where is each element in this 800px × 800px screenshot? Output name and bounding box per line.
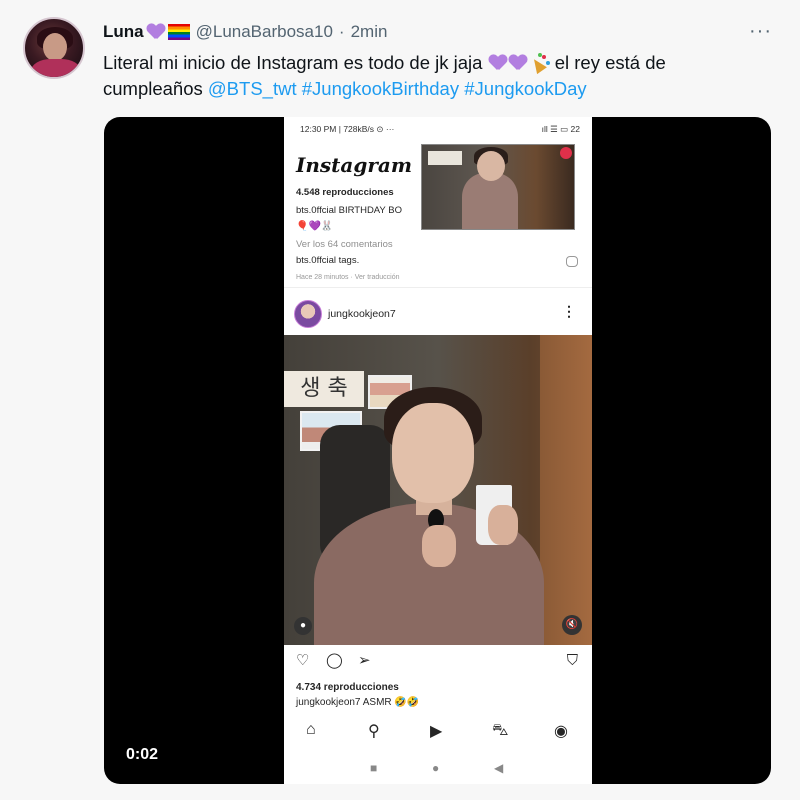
post1-comments-link: Ver los 64 comentarios xyxy=(296,239,393,250)
post2-avatar xyxy=(294,300,322,328)
purple-heart-icon xyxy=(147,24,165,40)
hashtag-link[interactable]: #JungkookDay xyxy=(464,78,586,99)
hashtag-link[interactable]: #JungkookBirthday xyxy=(302,78,459,99)
birthday-sign: 생 축 xyxy=(284,371,364,407)
user-handle[interactable]: @LunaBarbosa10 xyxy=(196,22,333,42)
home-icon: ⌂ xyxy=(306,721,316,738)
display-name[interactable]: Luna xyxy=(103,22,144,42)
post2-caption-user: jungkookjeon7 xyxy=(296,697,361,708)
like-icon: ♡ xyxy=(296,652,310,669)
video-player[interactable]: 12:30 PM | 728kB/s ⊙ ··· ıll ☰ ▭ 22 Inst… xyxy=(104,117,771,784)
status-left: 12:30 PM | 728kB/s ⊙ ··· xyxy=(300,124,395,134)
mute-icon: 🔇 xyxy=(562,615,582,635)
post1-caption-text: BIRTHDAY BO xyxy=(338,205,402,216)
avatar-shirt xyxy=(31,59,81,77)
rainbow-flag-icon xyxy=(167,24,190,40)
user-avatar[interactable] xyxy=(23,17,85,79)
save-icon: ⛉ xyxy=(566,652,578,669)
post2-photo: 생 축 ● 🔇 xyxy=(284,335,592,645)
user-tag-icon: ● xyxy=(294,617,312,635)
instagram-logo: Instagram xyxy=(296,153,412,177)
instagram-nav-bar: ⌂ ⚲ ▶ ⛍ ◉ xyxy=(284,715,592,745)
post2-more-icon: ⋮ xyxy=(562,303,576,319)
post1-views: 4.548 reproducciones xyxy=(296,187,394,198)
video-elapsed-time: 0:02 xyxy=(126,746,159,763)
home-button-icon: ● xyxy=(432,761,440,775)
post2-caption: jungkookjeon7 ASMR 🤣🤣 xyxy=(296,697,419,708)
comment-like-icon xyxy=(566,256,578,267)
avatar-face xyxy=(43,33,67,61)
post2-username: jungkookjeon7 xyxy=(328,308,396,320)
android-nav-bar: ■ ● ◀ xyxy=(284,753,592,784)
post1-tag-user: bts.0ffcial xyxy=(296,255,336,266)
picture-in-picture-video xyxy=(421,144,575,230)
post1-emojis: 🎈💜🐰 xyxy=(296,221,334,232)
tweet-card[interactable]: Luna @LunaBarbosa10 · 2min ··· Literal m… xyxy=(0,0,800,800)
post-divider xyxy=(284,287,592,288)
post2-views: 4.734 reproducciones xyxy=(296,682,399,693)
instagram-screenshot: 12:30 PM | 728kB/s ⊙ ··· ıll ☰ ▭ 22 Inst… xyxy=(284,117,592,784)
separator-dot: · xyxy=(338,22,345,41)
post1-caption: bts.0ffcial BIRTHDAY BO xyxy=(296,205,402,216)
tweet-header: Luna @LunaBarbosa10 · 2min xyxy=(103,20,387,44)
notification-badge xyxy=(560,147,572,159)
purple-heart-icon xyxy=(509,55,527,71)
tweet-text: Literal mi inicio de Instagram es todo d… xyxy=(103,50,743,102)
post1-meta: Hace 28 minutos · Ver traducción xyxy=(296,274,400,281)
reels-icon: ▶ xyxy=(430,723,443,740)
post2-actions: ♡ ◯ ➢ ⛉ xyxy=(284,645,592,675)
status-right: ıll ☰ ▭ 22 xyxy=(541,124,580,134)
tweet-timestamp[interactable]: 2min xyxy=(351,22,388,42)
shop-icon: ⛍ xyxy=(492,722,509,739)
search-icon: ⚲ xyxy=(368,723,380,740)
post1-tags: bts.0ffcial tags. xyxy=(296,255,359,266)
share-icon: ➢ xyxy=(358,652,371,669)
back-icon: ◀ xyxy=(494,761,504,775)
post1-caption-user: bts.0ffcial xyxy=(296,205,336,216)
party-popper-icon xyxy=(528,53,550,75)
mention-link[interactable]: @BTS_twt xyxy=(208,78,297,99)
post2-caption-text: ASMR 🤣🤣 xyxy=(362,697,420,708)
more-options-icon[interactable]: ··· xyxy=(749,20,772,43)
profile-icon: ◉ xyxy=(554,723,568,740)
post1-tag-text: tags. xyxy=(338,255,360,266)
phone-status-bar: 12:30 PM | 728kB/s ⊙ ··· ıll ☰ ▭ 22 xyxy=(284,117,592,139)
recents-icon: ■ xyxy=(370,761,378,775)
purple-heart-icon xyxy=(489,55,507,71)
tweet-text-part1: Literal mi inicio de Instagram es todo d… xyxy=(103,52,483,73)
comment-icon: ◯ xyxy=(326,652,343,669)
